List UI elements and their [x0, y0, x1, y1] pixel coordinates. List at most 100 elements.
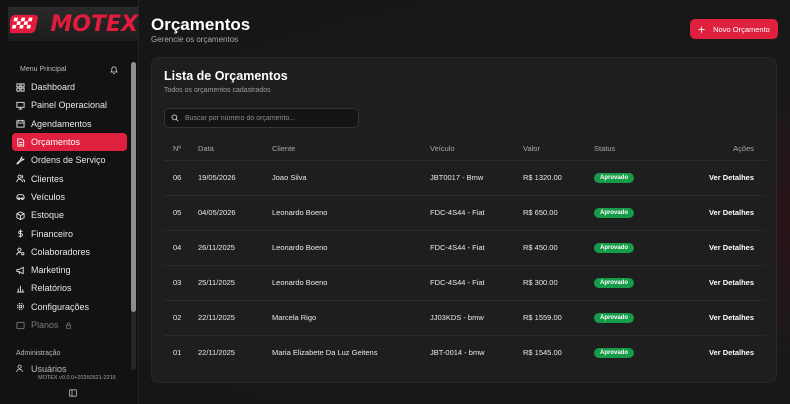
cell-vehicle: FDC-4S44 - Fiat: [430, 265, 523, 301]
view-details-button[interactable]: Ver Detalhes: [709, 313, 754, 322]
view-details-button[interactable]: Ver Detalhes: [709, 348, 754, 357]
col-header-value: Valor: [523, 138, 594, 161]
col-header-status: Status: [594, 138, 672, 161]
sidebar-item-label: Usuários: [31, 364, 67, 372]
cell-status: Aprovado: [594, 300, 672, 336]
sidebar-item-colaboradores[interactable]: Colaboradores: [12, 243, 127, 261]
sidebar-item-orcamentos[interactable]: Orçamentos: [12, 132, 127, 152]
view-details-button[interactable]: Ver Detalhes: [709, 208, 754, 217]
brand-logo[interactable]: MOTEX: [8, 7, 138, 41]
app-version: MOTEX v0.0.0+20260521-2216: [38, 375, 116, 381]
dashboard-icon: [16, 83, 25, 92]
main-content: Orçamentos Gerencie os orçamentos Novo O…: [140, 0, 790, 404]
cell-date: 19/05/2026: [198, 160, 272, 196]
cell-vehicle: JBT-0014 - bmw: [430, 348, 485, 358]
cell-vehicle: FDC-4S44 - Fiat: [430, 230, 523, 266]
bell-icon[interactable]: [109, 65, 119, 75]
view-details-button[interactable]: Ver Detalhes: [709, 278, 754, 287]
sidebar-item-label: Agendamentos: [31, 118, 92, 129]
cell-status: Aprovado: [594, 265, 672, 301]
table-row: 06 19/05/2026 Joao Silva JBT0017 - Bmw R…: [164, 160, 766, 196]
cell-date: 26/11/2025: [198, 230, 272, 266]
lock-icon: [65, 322, 71, 329]
sidebar-item-configuracoes[interactable]: Configurações: [12, 298, 127, 316]
brand-name: MOTEX: [50, 11, 138, 37]
cell-value: R$ 1545.00: [523, 348, 562, 358]
table-header-row: Nº Data Cliente Veículo Valor Status Açõ…: [164, 138, 766, 161]
col-header-client: Cliente: [272, 138, 430, 161]
sidebar-item-dashboard[interactable]: Dashboard: [12, 78, 127, 96]
cell-number: 01: [173, 348, 182, 358]
sidebar-item-label: Configurações: [31, 301, 90, 312]
table-row: 04 26/11/2025 Leonardo Boeno FDC-4S44 - …: [164, 230, 766, 266]
cell-client: Maria Elizabete Da Luz Geitens: [272, 348, 378, 358]
menu-header: Menu Principal: [20, 66, 67, 73]
sidebar-item-label: Dashboard: [31, 82, 76, 93]
cell-value: R$ 450.00: [523, 230, 594, 266]
col-header-number: Nº: [164, 138, 198, 161]
view-details-button[interactable]: Ver Detalhes: [709, 243, 754, 252]
cell-value: R$ 650.00: [523, 195, 594, 231]
view-details-button[interactable]: Ver Detalhes: [709, 173, 754, 182]
sidebar-item-agendamentos[interactable]: Agendamentos: [12, 115, 127, 133]
cell-actions: Ver Detalhes: [672, 300, 766, 336]
sidebar-item-label: Painel Operacional: [31, 100, 108, 111]
cell-value: R$ 300.00: [523, 265, 594, 301]
table-row: 02 22/11/2025 Marcela Rigo JJ03KDS - bmw…: [164, 300, 766, 336]
cell-number: 03: [164, 265, 198, 301]
sidebar-item-label: Relatórios: [31, 283, 72, 294]
box-icon: [16, 211, 25, 220]
sidebar-item-clientes[interactable]: Clientes: [12, 169, 127, 187]
sidebar: MOTEX Menu Principal Dashboard Painel Op…: [0, 0, 139, 404]
search-icon: [171, 114, 179, 122]
new-budget-button[interactable]: Novo Orçamento: [690, 19, 778, 39]
status-badge: Aprovado: [594, 313, 635, 323]
search-input[interactable]: [185, 114, 355, 122]
cell-actions: Ver Detalhes: [672, 335, 766, 370]
cell-number: 06: [164, 160, 198, 196]
cell-vehicle: FDC-4S44 - Fiat: [430, 195, 523, 231]
sidebar-item-planos[interactable]: Planos: [12, 316, 127, 334]
box-icon: [16, 321, 25, 329]
sidebar-item-financeiro[interactable]: Financeiro: [12, 224, 127, 242]
plus-icon: [698, 25, 705, 33]
cell-date: 22/11/2025: [198, 348, 235, 358]
cell-status: Aprovado: [594, 335, 672, 370]
sidebar-scrollbar-thumb[interactable]: [131, 62, 136, 312]
sidebar-item-painel-operacional[interactable]: Painel Operacional: [12, 96, 127, 114]
sidebar-item-ordens-de-servico[interactable]: Ordens de Serviço: [12, 151, 127, 169]
megaphone-icon: [16, 266, 24, 274]
sidebar-item-veiculos[interactable]: Veículos: [12, 188, 127, 206]
cell-client: Leonardo Boeno: [272, 230, 430, 266]
cell-value: R$ 1559.00: [523, 300, 594, 336]
cell-actions: Ver Detalhes: [672, 160, 766, 196]
search-box[interactable]: [164, 108, 359, 128]
status-badge: Aprovado: [594, 208, 635, 218]
dollar-icon: [18, 229, 23, 238]
col-header-actions: Ações: [672, 138, 766, 161]
col-header-date: Data: [198, 138, 272, 161]
status-badge: Aprovado: [594, 278, 635, 288]
cell-number: 04: [164, 230, 198, 266]
cell-client: Joao Silva: [272, 160, 430, 196]
sidebar-item-relatorios[interactable]: Relatórios: [12, 279, 127, 297]
page-title: Orçamentos: [151, 15, 251, 34]
monitor-icon: [16, 101, 25, 110]
cell-status: Aprovado: [594, 160, 672, 196]
cell-date: 04/05/2026: [198, 195, 272, 231]
cell-value: R$ 1320.00: [523, 160, 594, 196]
cell-date: 25/11/2025: [198, 265, 272, 301]
wrench-icon: [16, 156, 25, 165]
admin-header: Administração: [16, 350, 61, 357]
sidebar-item-label: Planos: [31, 320, 59, 330]
sidebar-item-label: Estoque: [31, 210, 65, 221]
cell-status: Aprovado: [594, 230, 672, 266]
sidebar-scrollbar[interactable]: [131, 62, 136, 370]
sidebar-item-marketing[interactable]: Marketing: [12, 261, 127, 279]
sidebar-item-label: Colaboradores: [31, 246, 91, 257]
table-row: 03 25/11/2025 Leonardo Boeno FDC-4S44 - …: [164, 265, 766, 301]
sidebar-item-estoque[interactable]: Estoque: [12, 206, 127, 224]
sidebar-collapse-icon[interactable]: [69, 389, 77, 397]
car-icon: [16, 194, 25, 201]
sidebar-item-usuarios[interactable]: Usuários: [16, 364, 116, 372]
